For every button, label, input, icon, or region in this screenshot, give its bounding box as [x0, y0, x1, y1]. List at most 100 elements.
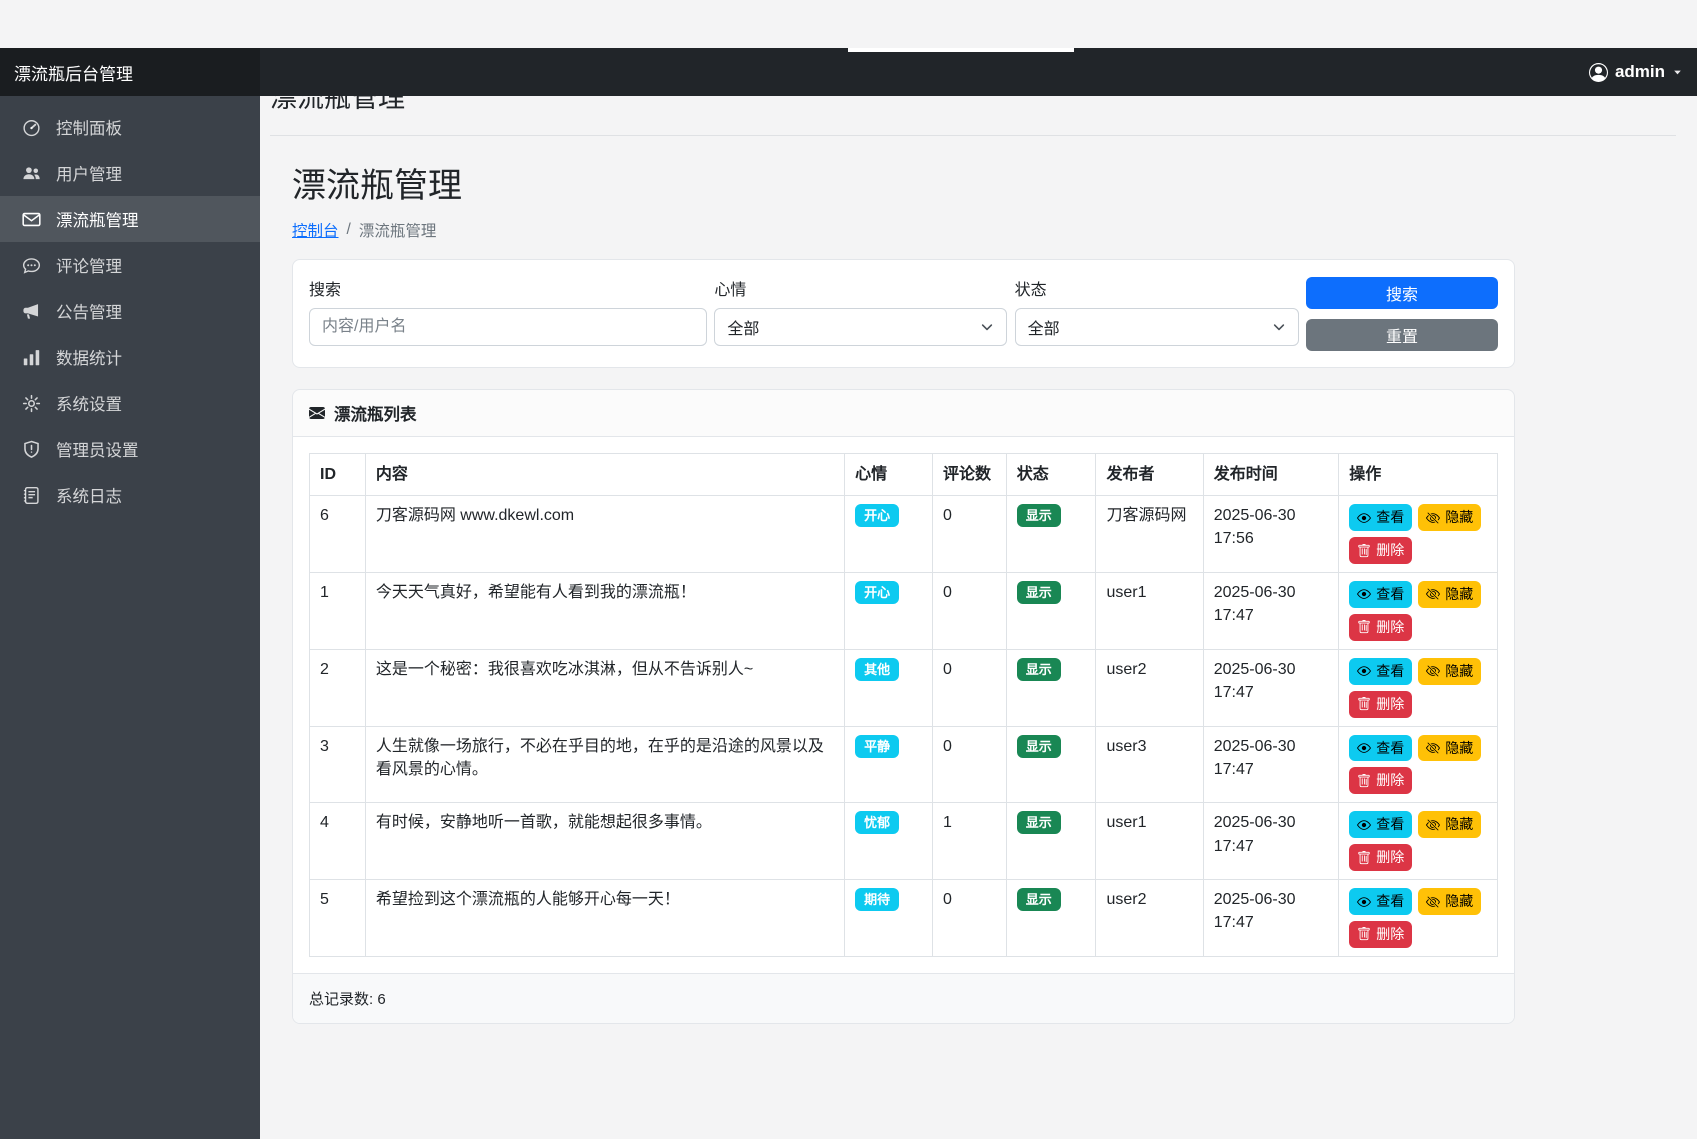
sidebar-item-label: 评论管理: [56, 253, 122, 277]
breadcrumb-separator: /: [347, 221, 351, 239]
mood-badge: 期待: [855, 888, 899, 911]
action-button-label: 查看: [1376, 892, 1404, 911]
reset-button[interactable]: 重置: [1306, 319, 1498, 351]
status-badge: 显示: [1017, 735, 1061, 758]
action-button-label: 隐藏: [1445, 508, 1473, 527]
cell-actions: 查看 隐藏删除: [1339, 649, 1498, 726]
speedometer-icon: [22, 118, 41, 137]
view-button[interactable]: 查看: [1349, 581, 1412, 608]
hide-button[interactable]: 隐藏: [1418, 811, 1481, 838]
table-row: 4有时候，安静地听一首歌，就能想起很多事情。忧郁1显示user12025-06-…: [310, 803, 1498, 880]
cell-content: 刀客源码网 www.dkewl.com: [365, 496, 844, 573]
status-select[interactable]: 全部: [1015, 308, 1299, 346]
breadcrumb-link-console[interactable]: 控制台: [292, 219, 339, 241]
person-circle-icon: [1589, 63, 1608, 82]
app-brand[interactable]: 漂流瓶后台管理: [0, 48, 260, 96]
cell-time: 2025-06-30 17:47: [1203, 572, 1339, 649]
table-header-row: ID内容心情评论数状态发布者发布时间操作: [310, 454, 1498, 496]
megaphone-icon: [22, 302, 41, 321]
sidebar-item-statistics[interactable]: 数据统计: [0, 334, 260, 380]
eye-slash-icon: [1426, 818, 1440, 832]
list-card-body: ID内容心情评论数状态发布者发布时间操作 6刀客源码网 www.dkewl.co…: [293, 437, 1514, 973]
delete-button[interactable]: 删除: [1349, 767, 1412, 794]
cell-time: 2025-06-30 17:47: [1203, 726, 1339, 803]
cell-comments: 0: [932, 496, 1006, 573]
view-button[interactable]: 查看: [1349, 811, 1412, 838]
hide-button[interactable]: 隐藏: [1418, 504, 1481, 531]
trash-icon: [1357, 544, 1371, 558]
view-button[interactable]: 查看: [1349, 504, 1412, 531]
cell-comments: 0: [932, 649, 1006, 726]
sidebar-item-announcements[interactable]: 公告管理: [0, 288, 260, 334]
row-actions: 查看隐藏删除: [1349, 888, 1487, 948]
table-row: 3人生就像一场旅行，不必在乎目的地，在乎的是沿途的风景以及看风景的心情。平静0显…: [310, 726, 1498, 803]
hide-button[interactable]: 隐藏: [1418, 888, 1481, 915]
mood-select-value: 全部: [727, 315, 759, 339]
delete-button[interactable]: 删除: [1349, 844, 1412, 871]
envelope-icon: [309, 405, 325, 421]
shield-icon: [22, 440, 41, 459]
cell-time: 2025-06-30 17:47: [1203, 649, 1339, 726]
gear-icon: [22, 394, 41, 413]
view-button[interactable]: 查看: [1349, 658, 1412, 685]
sidebar-item-bottles[interactable]: 漂流瓶管理: [0, 196, 260, 242]
cell-id: 5: [310, 880, 366, 957]
eye-icon: [1357, 664, 1371, 678]
action-button-label: 查看: [1376, 815, 1404, 834]
mood-label: 心情: [714, 276, 1007, 300]
user-menu[interactable]: admin: [1589, 62, 1697, 82]
cell-mood: 开心: [845, 572, 933, 649]
trash-icon: [1357, 774, 1371, 788]
cell-content: 这是一个秘密：我很喜欢吃冰淇淋，但从不告诉别人~: [365, 649, 844, 726]
hide-button[interactable]: 隐藏: [1418, 581, 1481, 608]
envelope-icon: [22, 210, 41, 229]
sidebar-item-dashboard[interactable]: 控制面板: [0, 104, 260, 150]
cell-id: 3: [310, 726, 366, 803]
cell-publisher: user2: [1096, 649, 1203, 726]
cell-id: 4: [310, 803, 366, 880]
status-badge: 显示: [1017, 888, 1061, 911]
column-header: 发布者: [1096, 454, 1203, 496]
row-actions: 查看隐藏删除: [1349, 811, 1487, 871]
view-button[interactable]: 查看: [1349, 735, 1412, 762]
hide-button[interactable]: 隐藏: [1418, 735, 1481, 762]
sidebar-item-label: 用户管理: [56, 161, 122, 185]
column-header: 状态: [1006, 454, 1096, 496]
search-label: 搜索: [309, 276, 707, 300]
delete-button[interactable]: 删除: [1349, 537, 1412, 564]
sidebar-nav: 控制面板用户管理漂流瓶管理评论管理公告管理数据统计系统设置管理员设置系统日志: [0, 104, 260, 518]
content-area: 漂流瓶管理 控制台 / 漂流瓶管理 搜索 心情 全部: [270, 136, 1515, 1024]
delete-button[interactable]: 删除: [1349, 614, 1412, 641]
sidebar-item-admin-settings[interactable]: 管理员设置: [0, 426, 260, 472]
action-button-label: 查看: [1376, 739, 1404, 758]
search-input[interactable]: [309, 308, 707, 346]
status-select-value: 全部: [1028, 315, 1060, 339]
sidebar-item-system-settings[interactable]: 系统设置: [0, 380, 260, 426]
sidebar-item-users[interactable]: 用户管理: [0, 150, 260, 196]
action-button-label: 删除: [1376, 771, 1404, 790]
mood-badge: 开心: [855, 581, 899, 604]
delete-button[interactable]: 删除: [1349, 921, 1412, 948]
mood-badge: 忧郁: [855, 811, 899, 834]
sidebar-item-system-logs[interactable]: 系统日志: [0, 472, 260, 518]
cell-comments: 0: [932, 572, 1006, 649]
mood-select[interactable]: 全部: [714, 308, 1007, 346]
mood-badge: 开心: [855, 504, 899, 527]
action-button-label: 隐藏: [1445, 662, 1473, 681]
cell-time: 2025-06-30 17:47: [1203, 803, 1339, 880]
eye-slash-icon: [1426, 511, 1440, 525]
sidebar-item-label: 系统日志: [56, 483, 122, 507]
browser-artifact: [848, 48, 1074, 52]
sidebar-item-label: 数据统计: [56, 345, 122, 369]
search-button[interactable]: 搜索: [1306, 277, 1498, 309]
sidebar-item-comments[interactable]: 评论管理: [0, 242, 260, 288]
action-button-label: 查看: [1376, 662, 1404, 681]
hide-button[interactable]: 隐藏: [1418, 658, 1481, 685]
row-actions: 查看隐藏删除: [1349, 735, 1487, 795]
delete-button[interactable]: 删除: [1349, 691, 1412, 718]
cell-mood: 开心: [845, 496, 933, 573]
cell-content: 希望捡到这个漂流瓶的人能够开心每一天！: [365, 880, 844, 957]
action-button-label: 隐藏: [1445, 585, 1473, 604]
action-button-label: 删除: [1376, 925, 1404, 944]
view-button[interactable]: 查看: [1349, 888, 1412, 915]
